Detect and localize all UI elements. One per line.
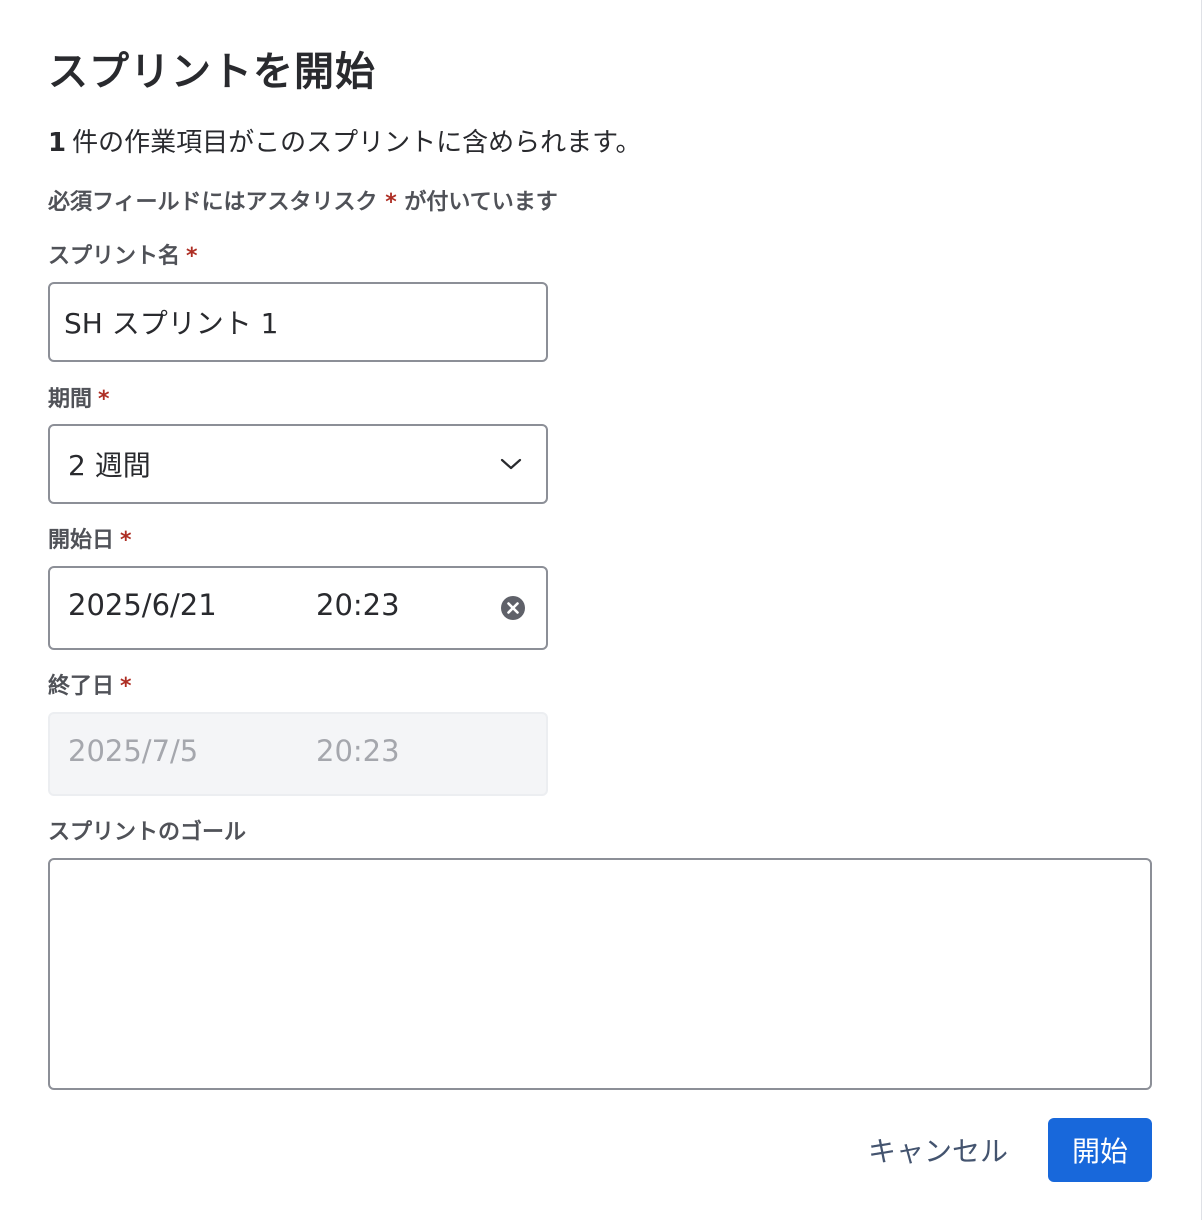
start-date-label-text: 開始日 <box>48 528 115 553</box>
start-time-value[interactable]: 20:23 <box>316 588 400 622</box>
cancel-button[interactable]: キャンセル <box>852 1118 1024 1182</box>
sprint-goal-textarea[interactable] <box>48 858 1152 1090</box>
required-fields-note: 必須フィールドにはアスタリスク * が付いています <box>48 187 558 219</box>
summary-text: 件の作業項目がこのスプリントに含められます。 <box>72 128 642 158</box>
required-asterisk: * <box>98 387 110 412</box>
required-note-suffix: が付いています <box>404 190 558 215</box>
duration-label-text: 期間 <box>48 387 93 412</box>
summary-count: 1 <box>48 128 67 158</box>
end-date-value: 2025/7/5 <box>68 734 199 768</box>
duration-select[interactable]: 2 週間 <box>48 424 548 504</box>
end-date-label: 終了日 * <box>48 671 132 703</box>
dialog-summary: 1 件の作業項目がこのスプリントに含められます。 <box>48 124 642 162</box>
duration-value: 2 週間 <box>68 449 151 482</box>
sprint-name-label-text: スプリント名 <box>48 244 181 269</box>
required-note-asterisk: * <box>385 190 397 215</box>
start-date-value[interactable]: 2025/6/21 <box>68 588 217 622</box>
end-date-input: 2025/7/5 20:23 <box>48 712 548 796</box>
start-sprint-dialog: スプリントを開始 1 件の作業項目がこのスプリントに含められます。 必須フィールド… <box>0 0 1202 1220</box>
start-date-input[interactable]: 2025/6/21 20:23 <box>48 566 548 650</box>
sprint-name-value: SH スプリント 1 <box>64 307 279 340</box>
clear-icon[interactable] <box>500 595 526 621</box>
start-date-label: 開始日 * <box>48 525 132 557</box>
sprint-name-input[interactable]: SH スプリント 1 <box>48 282 548 362</box>
end-time-value: 20:23 <box>316 734 400 768</box>
start-button[interactable]: 開始 <box>1048 1118 1152 1182</box>
required-asterisk: * <box>186 244 198 269</box>
sprint-name-label: スプリント名 * <box>48 241 198 273</box>
required-note-text: 必須フィールドにはアスタリスク <box>48 190 378 215</box>
required-asterisk: * <box>120 674 132 699</box>
end-date-label-text: 終了日 <box>48 674 115 699</box>
dialog-title: スプリントを開始 <box>48 49 376 95</box>
chevron-down-icon <box>500 458 522 470</box>
required-asterisk: * <box>120 528 132 553</box>
sprint-goal-label: スプリントのゴール <box>48 820 247 845</box>
duration-label: 期間 * <box>48 384 110 416</box>
